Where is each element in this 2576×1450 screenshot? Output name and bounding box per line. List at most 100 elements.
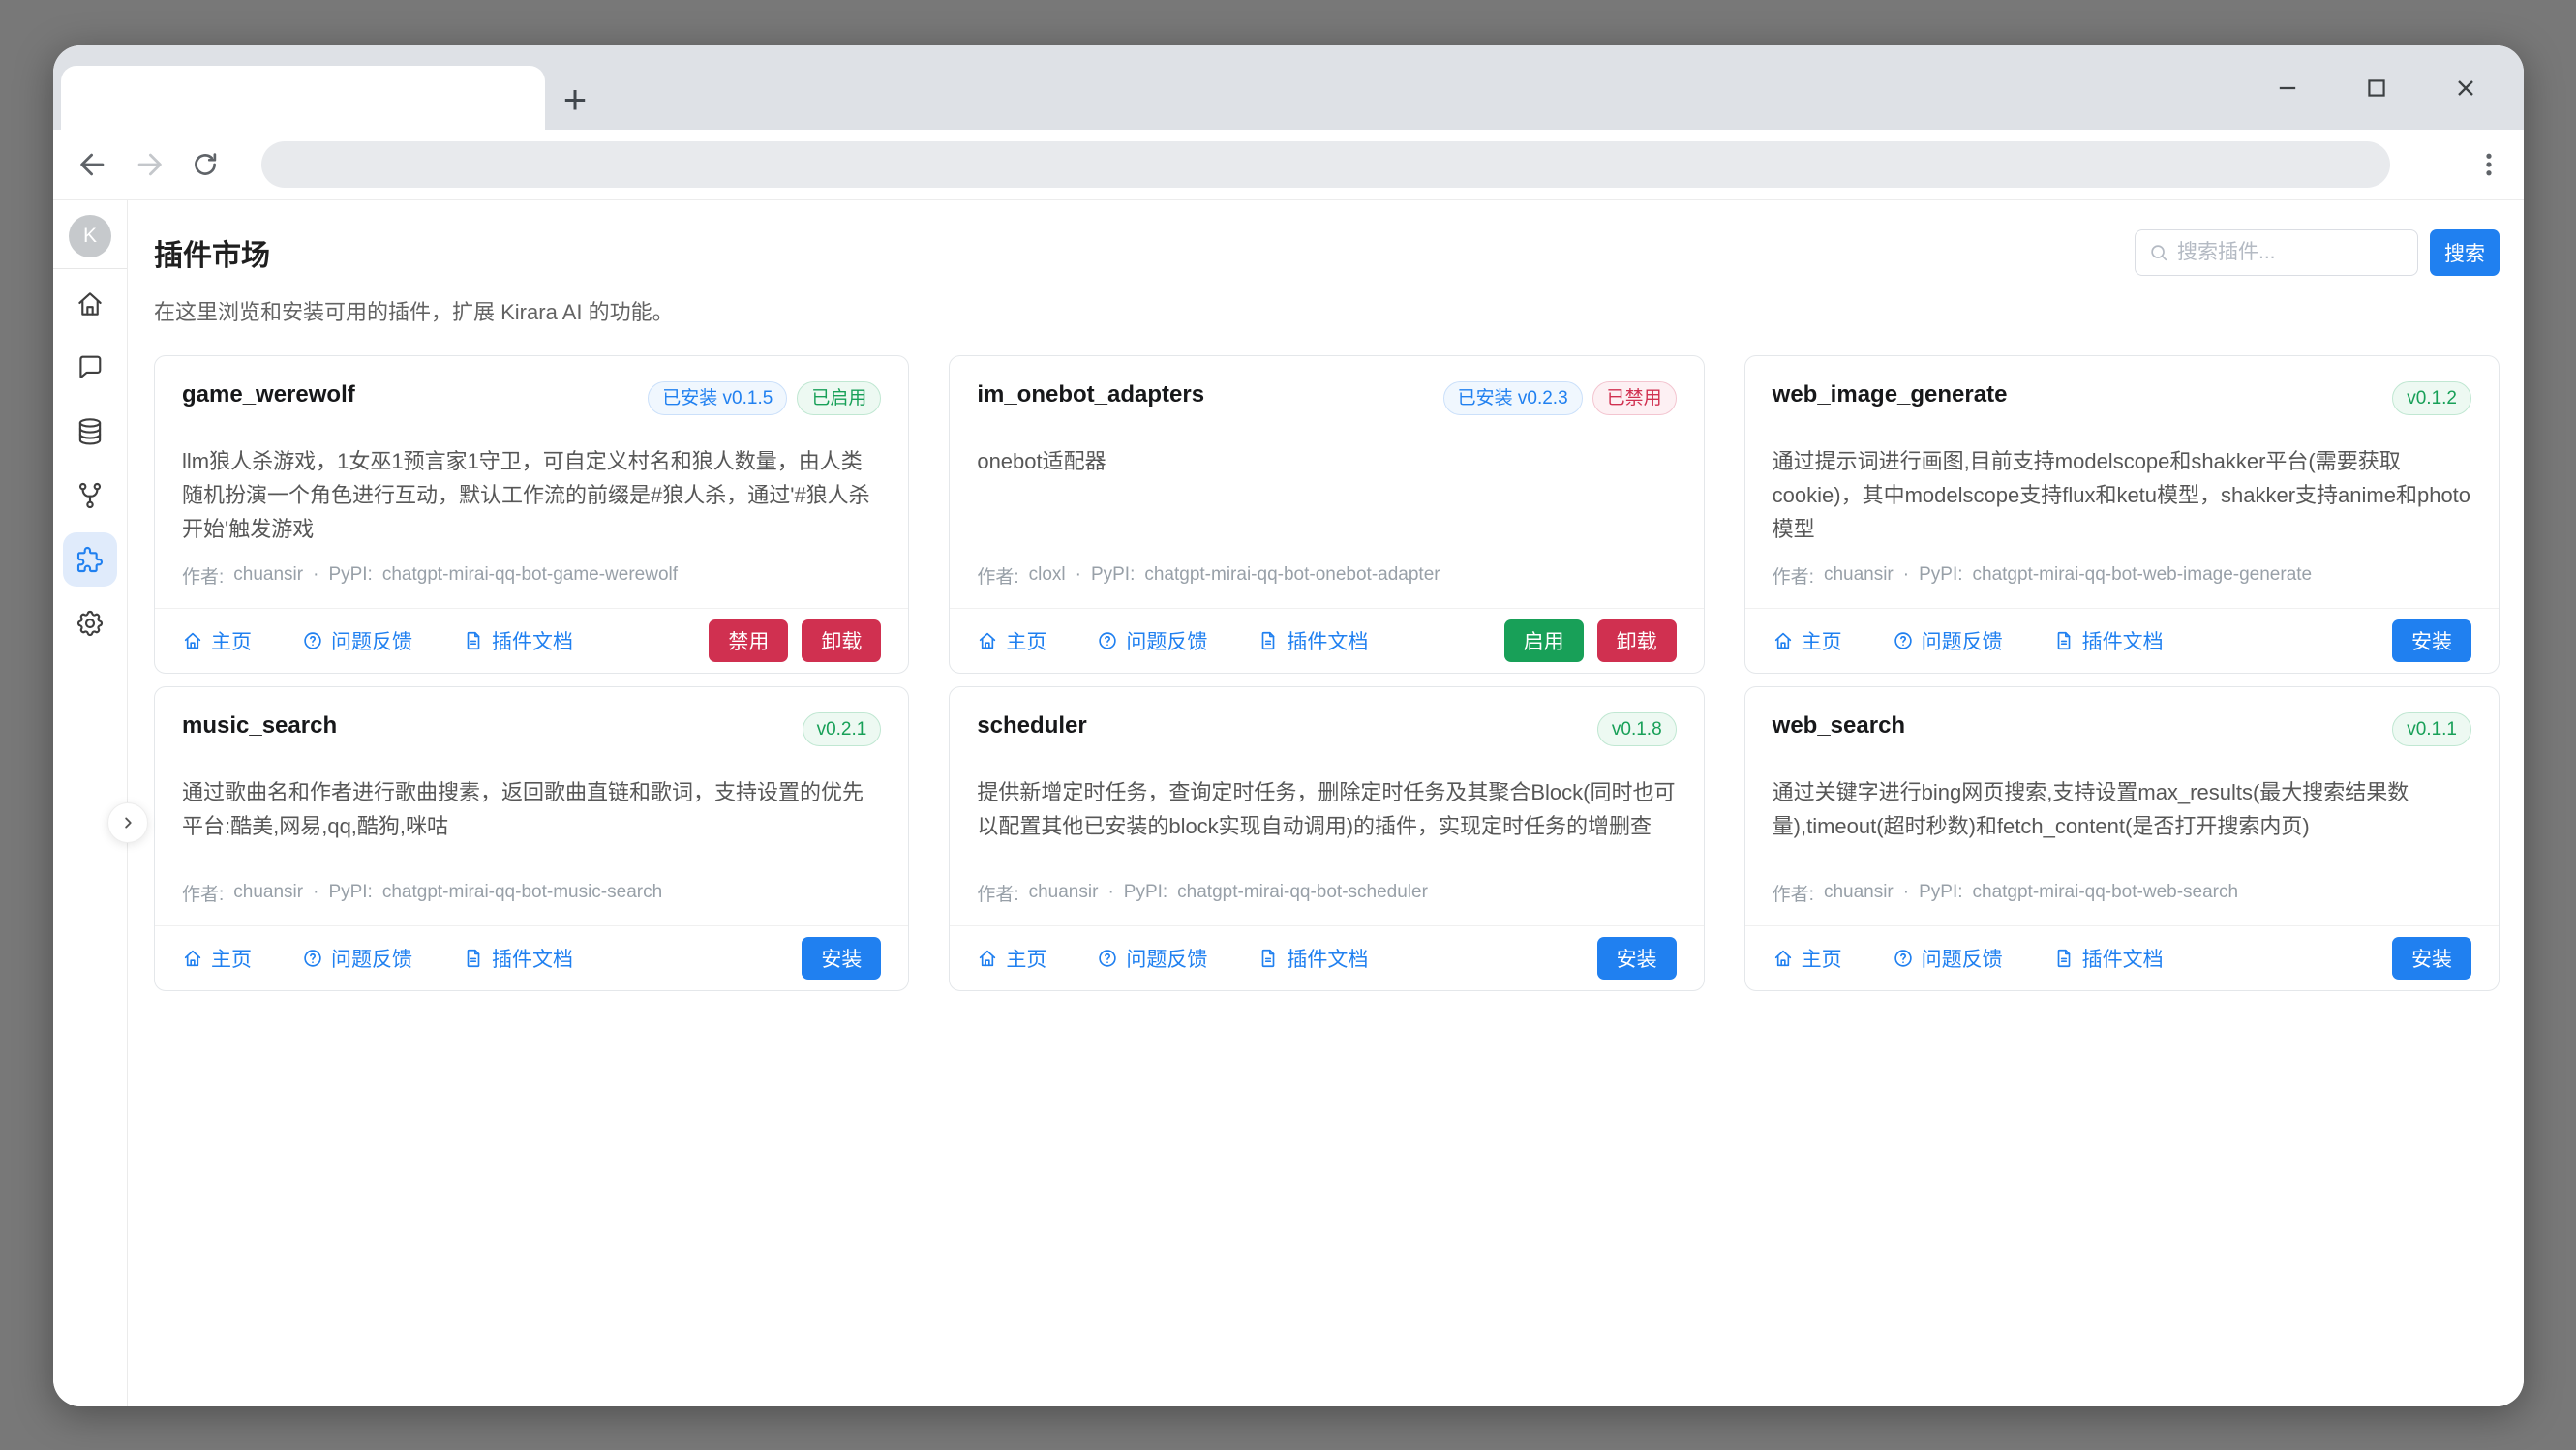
question-circle-icon: [1097, 948, 1118, 969]
author-prefix: 作者:: [1773, 880, 1814, 906]
plugin-card-footer: 主页 问题反馈 插件文档 安装: [1745, 925, 2499, 990]
plugin-action-button[interactable]: 安装: [802, 937, 881, 980]
plugin-meta: 作者: chuansir · PyPI: chatgpt-mirai-qq-bo…: [1773, 562, 2471, 589]
sidebar-expand-button[interactable]: [107, 802, 148, 843]
plugin-action-button[interactable]: 卸载: [802, 619, 881, 662]
url-bar[interactable]: [261, 141, 2390, 188]
plugin-name: im_onebot_adapters: [977, 381, 1204, 408]
plugin-card-body: scheduler v0.1.8 提供新增定时任务，查询定时任务，删除定时任务及…: [950, 687, 1703, 925]
plugin-feedback-link[interactable]: 问题反馈: [302, 944, 412, 973]
new-tab-button[interactable]: +: [553, 77, 597, 122]
sidebar-item-workflow[interactable]: [63, 468, 117, 523]
plugin-action-button[interactable]: 安装: [2392, 619, 2471, 662]
plugin-author-value: chuansir: [233, 564, 303, 586]
plugin-feedback-link[interactable]: 问题反馈: [1097, 944, 1207, 973]
plugin-docs-link[interactable]: 插件文档: [463, 944, 573, 973]
plugin-actions: 安装: [802, 937, 881, 980]
plugin-action-button[interactable]: 安装: [1597, 937, 1677, 980]
plugin-home-link[interactable]: 主页: [182, 944, 252, 973]
minimize-button[interactable]: [2243, 45, 2332, 130]
plugin-feedback-link[interactable]: 问题反馈: [1097, 626, 1207, 655]
plugin-docs-link[interactable]: 插件文档: [2053, 944, 2164, 973]
plugin-home-link[interactable]: 主页: [977, 626, 1046, 655]
main-area: 插件市场 搜索 在这里浏览和安装可用的插件，扩展 Kirara AI 的功能。 …: [128, 200, 2524, 1406]
meta-separator: ·: [1107, 882, 1113, 903]
pypi-prefix: PyPI:: [1091, 564, 1135, 586]
question-circle-icon: [302, 630, 323, 651]
sidebar-item-home[interactable]: [63, 277, 117, 331]
back-icon: [76, 148, 109, 181]
plugin-card-body: web_search v0.1.1 通过关键字进行bing网页搜索,支持设置ma…: [1745, 687, 2499, 925]
reload-button[interactable]: [177, 136, 233, 193]
avatar[interactable]: K: [69, 215, 111, 257]
browser-toolbar: [53, 130, 2524, 200]
plugin-action-button[interactable]: 禁用: [709, 619, 788, 662]
browser-tab[interactable]: [61, 66, 545, 130]
meta-separator: ·: [1076, 564, 1081, 586]
close-icon: [2452, 75, 2479, 102]
sidebar-item-settings[interactable]: [63, 596, 117, 650]
pypi-prefix: PyPI:: [1124, 882, 1167, 903]
plugin-meta: 作者: chuansir · PyPI: chatgpt-mirai-qq-bo…: [182, 880, 881, 906]
plugin-home-link[interactable]: 主页: [977, 944, 1046, 973]
browser-menu-button[interactable]: [2462, 137, 2516, 192]
plugin-feedback-link-label: 问题反馈: [1126, 626, 1207, 655]
plugin-author-value: cloxl: [1029, 564, 1066, 586]
document-icon: [2053, 630, 2075, 651]
plugin-docs-link[interactable]: 插件文档: [1258, 626, 1368, 655]
plugin-badges: v0.2.1: [803, 712, 882, 746]
search-input[interactable]: [2177, 241, 2405, 264]
plugin-feedback-link[interactable]: 问题反馈: [1893, 626, 2003, 655]
document-icon: [1258, 948, 1279, 969]
sidebar-item-plugins[interactable]: [63, 532, 117, 587]
plugin-feedback-link[interactable]: 问题反馈: [302, 626, 412, 655]
search-area: 搜索: [2135, 229, 2500, 276]
plugin-badges: v0.1.8: [1597, 712, 1677, 746]
plugin-docs-link[interactable]: 插件文档: [1258, 944, 1368, 973]
plugin-home-link[interactable]: 主页: [182, 626, 252, 655]
author-prefix: 作者:: [977, 880, 1018, 906]
forward-button[interactable]: [121, 136, 177, 193]
plugin-action-button[interactable]: 卸载: [1597, 619, 1677, 662]
maximize-button[interactable]: [2332, 45, 2421, 130]
plugin-home-link[interactable]: 主页: [1773, 944, 1842, 973]
settings-icon: [75, 608, 106, 639]
plugin-badge: v0.1.8: [1597, 712, 1677, 746]
plugin-meta: 作者: chuansir · PyPI: chatgpt-mirai-qq-bo…: [1773, 880, 2471, 906]
plugin-pypi-value: chatgpt-mirai-qq-bot-game-werewolf: [382, 564, 678, 586]
back-button[interactable]: [65, 136, 121, 193]
sidebar-item-database[interactable]: [63, 405, 117, 459]
plugin-home-link-label: 主页: [1006, 626, 1046, 655]
plugin-feedback-link[interactable]: 问题反馈: [1893, 944, 2003, 973]
question-circle-icon: [302, 948, 323, 969]
search-box: [2135, 229, 2418, 276]
question-circle-icon: [1097, 630, 1118, 651]
database-icon: [75, 416, 106, 447]
plugin-card-head: web_search v0.1.1: [1773, 712, 2471, 746]
close-button[interactable]: [2421, 45, 2510, 130]
sidebar-item-chat[interactable]: [63, 341, 117, 395]
plugin-action-button[interactable]: 启用: [1504, 619, 1584, 662]
plugin-author-value: chuansir: [1824, 564, 1894, 586]
plugin-docs-link[interactable]: 插件文档: [2053, 626, 2164, 655]
plugin-home-link-label: 主页: [211, 944, 252, 973]
plugin-action-button[interactable]: 安装: [2392, 937, 2471, 980]
plugin-docs-link-label: 插件文档: [2082, 944, 2164, 973]
plugin-card-footer: 主页 问题反馈 插件文档 安装: [155, 925, 908, 990]
plugin-badge: 已启用: [797, 381, 881, 415]
author-prefix: 作者:: [977, 562, 1018, 589]
document-icon: [463, 948, 484, 969]
plugin-badge: 已安装 v0.1.5: [648, 381, 787, 415]
meta-separator: ·: [1903, 564, 1909, 586]
workflow-icon: [75, 480, 106, 511]
maximize-icon: [2364, 76, 2389, 101]
plugin-docs-link[interactable]: 插件文档: [463, 626, 573, 655]
search-button[interactable]: 搜索: [2430, 229, 2500, 276]
plugin-card-head: scheduler v0.1.8: [977, 712, 1676, 746]
plugin-feedback-link-label: 问题反馈: [1922, 944, 2003, 973]
plugin-card-head: game_werewolf 已安装 v0.1.5已启用: [182, 381, 881, 415]
plugin-description: llm狼人杀游戏，1女巫1预言家1守卫，可自定义村名和狼人数量，由人类随机扮演一…: [182, 444, 881, 547]
plugin-home-link[interactable]: 主页: [1773, 626, 1842, 655]
question-circle-icon: [1893, 630, 1914, 651]
plugin-card-body: web_image_generate v0.1.2 通过提示词进行画图,目前支持…: [1745, 356, 2499, 608]
